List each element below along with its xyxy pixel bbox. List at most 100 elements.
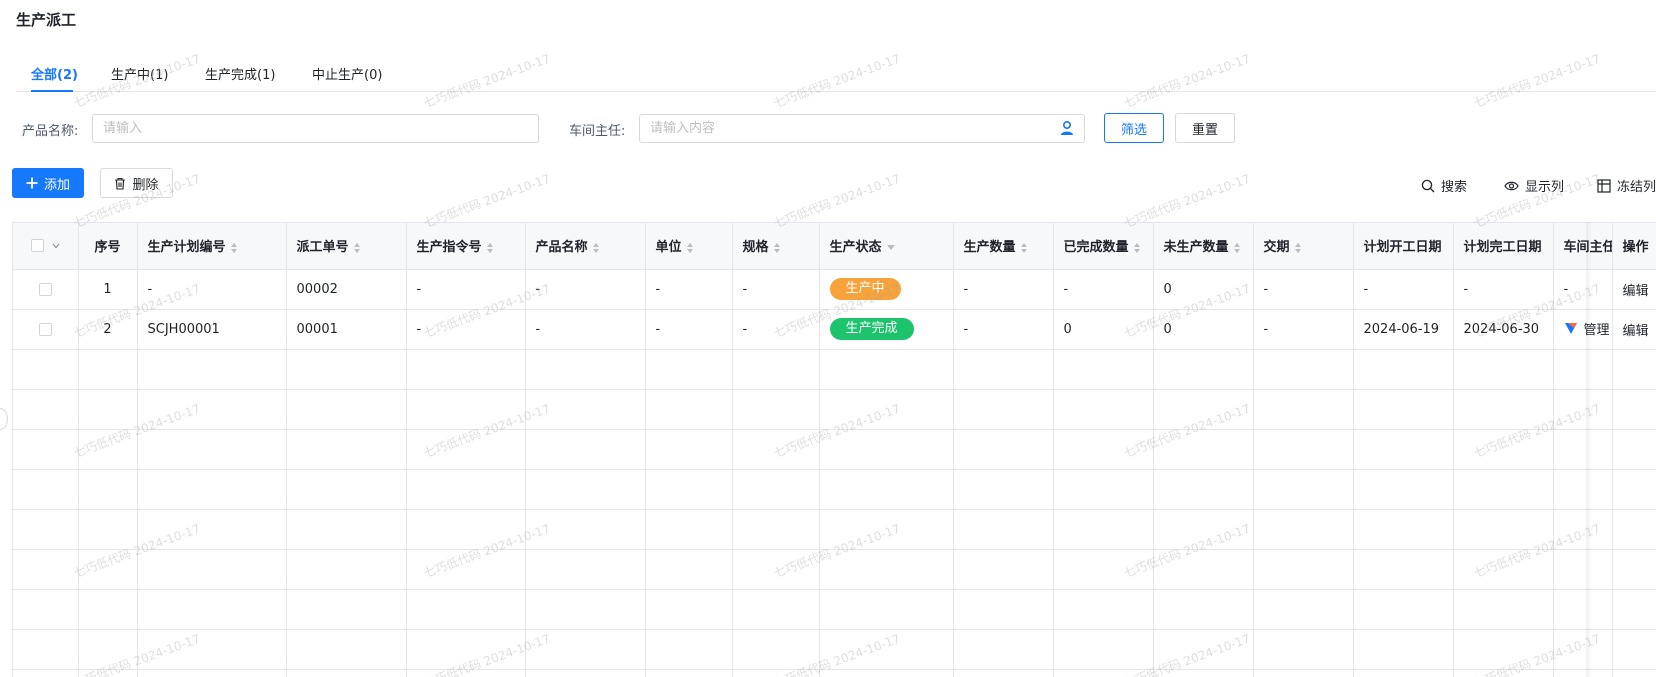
tab-in-production[interactable]: 生产中(1) <box>111 64 168 83</box>
empty-row <box>13 629 1656 670</box>
empty-row <box>13 429 1656 470</box>
sort-icon[interactable] <box>592 242 600 254</box>
header-dispatch-no[interactable]: 派工单号 <box>286 223 407 270</box>
cell-qty: - <box>953 269 1054 310</box>
status-tabs: 全部(2) 生产中(1) 生产完成(1) 中止生产(0) <box>16 58 1656 92</box>
sort-icon[interactable] <box>353 242 361 254</box>
cell-unit: - <box>645 269 733 310</box>
header-unit[interactable]: 单位 <box>645 223 733 270</box>
select-all-header[interactable] <box>13 223 79 270</box>
display-columns-toggle[interactable]: 显示列 <box>1504 176 1564 195</box>
select-all-checkbox[interactable] <box>30 239 44 253</box>
sort-icon[interactable] <box>773 242 781 254</box>
tab-all[interactable]: 全部(2) <box>31 64 78 83</box>
search-toggle[interactable]: 搜索 <box>1421 176 1467 195</box>
page-title: 生产派工 <box>16 11 77 29</box>
header-plan-end: 计划完工日期 <box>1453 223 1554 270</box>
header-done-qty[interactable]: 已完成数量 <box>1053 223 1154 270</box>
cell-status: 生产中 <box>819 269 954 310</box>
search-label: 搜索 <box>1441 180 1468 195</box>
cell-plan-no: SCJH00001 <box>137 309 287 350</box>
cell-order-no: - <box>406 269 526 310</box>
empty-row <box>13 389 1656 430</box>
delete-button[interactable]: 删除 <box>100 168 173 198</box>
display-columns-label: 显示列 <box>1525 180 1565 195</box>
table-row[interactable]: 1 - 00002 - - - - 生产中 - - 0 - - - - 编辑 <box>13 269 1656 310</box>
cell-spec: - <box>732 269 820 310</box>
cell-due: - <box>1253 309 1354 350</box>
freeze-columns-toggle[interactable]: 冻结列 <box>1597 176 1656 195</box>
dispatch-table: 序号 生产计划编号 派工单号 生产指令号 产品名称 单位 规格 生产状态 生产数… <box>12 222 1656 677</box>
sort-icon[interactable] <box>1294 242 1302 254</box>
cell-action: 编辑 <box>1612 309 1656 350</box>
header-plan-start: 计划开工日期 <box>1353 223 1454 270</box>
add-button[interactable]: 添加 <box>12 168 84 198</box>
status-badge: 生产完成 <box>829 318 914 340</box>
header-spec[interactable]: 规格 <box>732 223 820 270</box>
edit-link[interactable]: 编辑 <box>1623 324 1649 339</box>
cell-action: 编辑 <box>1612 269 1656 310</box>
header-index: 序号 <box>78 223 138 270</box>
search-icon <box>1421 179 1435 192</box>
header-qty[interactable]: 生产数量 <box>953 223 1054 270</box>
user-select-icon[interactable] <box>1059 120 1075 136</box>
header-product-name[interactable]: 产品名称 <box>525 223 646 270</box>
cell-unit: - <box>645 309 733 350</box>
cell-pending-qty: 0 <box>1153 309 1254 350</box>
supervisor-input[interactable] <box>639 114 1085 143</box>
freeze-columns-icon <box>1597 178 1611 193</box>
row-checkbox[interactable] <box>38 322 52 336</box>
filter-caret-icon[interactable] <box>886 244 896 252</box>
cell-done-qty: - <box>1053 269 1154 310</box>
app-logo-icon <box>1564 323 1577 335</box>
sort-icon[interactable] <box>1233 242 1241 254</box>
reset-button[interactable]: 重置 <box>1175 113 1235 143</box>
supervisor-name: 管理 <box>1583 322 1610 338</box>
cell-done-qty: 0 <box>1053 309 1154 350</box>
header-status[interactable]: 生产状态 <box>819 223 954 270</box>
empty-row <box>13 509 1656 550</box>
header-supervisor: 车间主任 <box>1553 223 1613 270</box>
cell-plan-start: - <box>1353 269 1454 310</box>
side-collapse-handle[interactable] <box>0 408 8 430</box>
status-badge: 生产中 <box>829 278 901 300</box>
sort-icon[interactable] <box>230 242 238 254</box>
empty-row <box>13 589 1656 630</box>
product-name-label: 产品名称: <box>22 124 79 139</box>
tab-stopped[interactable]: 中止生产(0) <box>312 64 382 83</box>
header-due[interactable]: 交期 <box>1253 223 1354 270</box>
header-pending-qty[interactable]: 未生产数量 <box>1153 223 1254 270</box>
cell-plan-start: 2024-06-19 <box>1353 309 1454 350</box>
header-order-no[interactable]: 生产指令号 <box>406 223 526 270</box>
row-checkbox[interactable] <box>38 282 52 296</box>
cell-order-no: - <box>406 309 526 350</box>
cell-supervisor: 管理 <box>1553 309 1613 350</box>
sort-icon[interactable] <box>686 242 694 254</box>
empty-row <box>13 349 1656 390</box>
row-index: 1 <box>78 269 138 310</box>
table-row[interactable]: 2 SCJH00001 00001 - - - - 生产完成 - 0 0 - 2… <box>13 309 1656 350</box>
edit-link[interactable]: 编辑 <box>1623 284 1649 299</box>
cell-product: - <box>525 309 646 350</box>
cell-plan-end: 2024-06-30 <box>1453 309 1554 350</box>
eye-icon <box>1504 181 1519 190</box>
empty-row <box>13 669 1656 677</box>
cell-spec: - <box>732 309 820 350</box>
row-index: 2 <box>78 309 138 350</box>
table-header-row: 序号 生产计划编号 派工单号 生产指令号 产品名称 单位 规格 生产状态 生产数… <box>13 223 1656 270</box>
sort-icon[interactable] <box>1133 242 1141 254</box>
sort-icon[interactable] <box>486 242 494 254</box>
freeze-columns-label: 冻结列 <box>1617 180 1656 195</box>
add-button-label: 添加 <box>43 177 70 193</box>
cell-supervisor: - <box>1553 269 1613 310</box>
cell-product: - <box>525 269 646 310</box>
chevron-down-icon[interactable] <box>52 243 60 249</box>
product-name-input[interactable] <box>92 114 539 143</box>
header-plan-no[interactable]: 生产计划编号 <box>137 223 287 270</box>
filter-button[interactable]: 筛选 <box>1104 113 1164 143</box>
active-tab-underline <box>31 90 73 92</box>
tab-completed[interactable]: 生产完成(1) <box>205 64 275 83</box>
header-action: 操作 <box>1612 223 1656 270</box>
sort-icon[interactable] <box>1020 242 1028 254</box>
delete-button-label: 删除 <box>132 177 159 193</box>
